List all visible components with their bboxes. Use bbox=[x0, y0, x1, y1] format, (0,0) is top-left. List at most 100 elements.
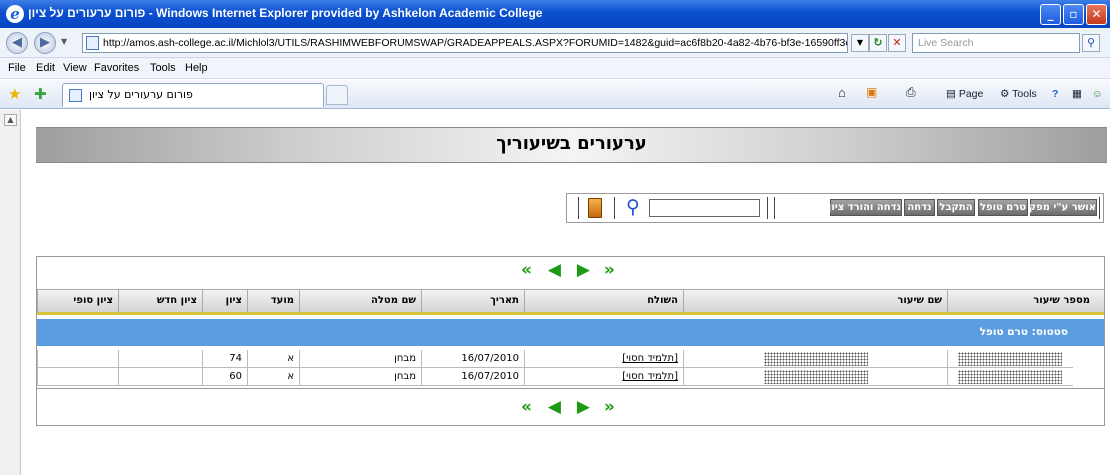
ie-logo-icon: e bbox=[6, 5, 24, 23]
cell-grade: 60 bbox=[202, 368, 247, 386]
menu-tools[interactable]: Tools bbox=[150, 62, 176, 74]
toolbar-separator bbox=[578, 197, 579, 219]
add-favorites-icon[interactable]: ✚ bbox=[34, 85, 47, 103]
grid-header: מספר שיעור שם שיעור השולח תאריך שם מטלה … bbox=[37, 289, 1104, 315]
cell-sender[interactable]: [תלמיד חסוי] bbox=[524, 368, 683, 386]
rejected-lowered-button[interactable]: נדחה והורד ציון bbox=[828, 199, 902, 216]
tools-menu[interactable]: ⚙ Tools bbox=[1000, 88, 1037, 100]
menu-bar: File Edit View Favorites Tools Help bbox=[0, 58, 1110, 79]
toolbar-separator bbox=[774, 197, 775, 219]
address-dropdown-icon[interactable]: ▼ bbox=[851, 34, 869, 52]
page-banner: ערעורים בשיעוריך bbox=[36, 127, 1107, 163]
tab-forum[interactable]: פורום ערעורים על ציון bbox=[62, 83, 324, 107]
research-icon[interactable]: ▦ bbox=[1072, 88, 1082, 100]
col-grade[interactable]: ציון bbox=[202, 290, 247, 313]
approve-supervisor-button[interactable]: אושר ע"י מפקח bbox=[1022, 199, 1097, 216]
col-course-number[interactable]: מספר שיעור bbox=[947, 290, 1095, 313]
maximize-button[interactable]: ▫ bbox=[1063, 4, 1084, 25]
rejected-button[interactable]: נדחה bbox=[904, 199, 935, 216]
cell-date: 16/07/2010 bbox=[421, 350, 524, 368]
toolbar-separator bbox=[1099, 197, 1100, 219]
left-frame-scrollbar[interactable]: ▲ bbox=[0, 110, 21, 475]
cell-course-number bbox=[947, 350, 1073, 368]
tools-menu-label: Tools bbox=[1012, 88, 1037, 100]
help-icon[interactable]: ? bbox=[1052, 88, 1058, 100]
table-row[interactable]: [תלמיד חסוי] 16/07/2010 מבחן א 60 bbox=[37, 368, 1104, 386]
redacted-block bbox=[764, 370, 868, 384]
prev-page-icon[interactable]: ◀ bbox=[548, 397, 561, 417]
toolbar-separator bbox=[614, 197, 615, 219]
page-title: ערעורים בשיעוריך bbox=[496, 133, 647, 154]
scroll-up-icon[interactable]: ▲ bbox=[4, 114, 17, 126]
feeds-icon[interactable]: ▣ bbox=[866, 85, 877, 99]
print-icon[interactable]: ⎙ bbox=[906, 85, 916, 100]
history-dropdown-icon[interactable]: ▼ bbox=[61, 37, 67, 46]
menu-favorites[interactable]: Favorites bbox=[94, 62, 139, 74]
next-page-icon[interactable]: ▶ bbox=[577, 260, 590, 280]
prev-page-icon[interactable]: ◀ bbox=[548, 260, 561, 280]
col-final-grade[interactable]: ציון סופי bbox=[37, 290, 118, 313]
tab-label: פורום ערעורים על ציון bbox=[89, 88, 193, 101]
col-task-name[interactable]: שם מטלה bbox=[299, 290, 421, 313]
cell-final-grade[interactable] bbox=[37, 350, 118, 368]
col-sender[interactable]: השולח bbox=[524, 290, 683, 313]
next-page-icon[interactable]: ▶ bbox=[577, 397, 590, 417]
close-button[interactable]: ✕ bbox=[1086, 4, 1107, 25]
url-text: http://amos.ash-college.ac.il/Michlol3/U… bbox=[103, 37, 847, 49]
first-page-icon[interactable]: « bbox=[521, 397, 532, 417]
cell-final-grade[interactable] bbox=[37, 368, 118, 386]
last-page-icon[interactable]: » bbox=[604, 397, 615, 417]
sender-link[interactable]: [תלמיד חסוי] bbox=[622, 371, 678, 382]
tools-gear-icon: ⚙ bbox=[1000, 88, 1013, 100]
sender-link[interactable]: [תלמיד חסוי] bbox=[622, 353, 678, 364]
page-icon bbox=[86, 36, 99, 50]
cell-new-grade[interactable] bbox=[118, 350, 202, 368]
search-magnifier-icon[interactable]: ⚲ bbox=[622, 196, 644, 220]
accepted-button[interactable]: התקבל bbox=[937, 199, 975, 216]
refresh-icon[interactable]: ↻ bbox=[869, 34, 887, 52]
favorites-star-icon[interactable]: ★ bbox=[8, 85, 21, 103]
last-page-icon[interactable]: » bbox=[604, 260, 615, 280]
toolbar-separator bbox=[767, 197, 768, 219]
filter-input[interactable] bbox=[649, 199, 760, 217]
col-new-grade[interactable]: ציון חדש bbox=[118, 290, 202, 313]
status-group-row[interactable]: סטטוס: טרם טופל bbox=[37, 319, 1104, 346]
minimize-button[interactable]: _ bbox=[1040, 4, 1061, 25]
menu-help[interactable]: Help bbox=[185, 62, 208, 74]
back-icon[interactable]: ◀ bbox=[6, 32, 28, 54]
messenger-icon[interactable]: ☺ bbox=[1092, 88, 1103, 100]
address-input[interactable]: http://amos.ash-college.ac.il/Michlol3/U… bbox=[82, 33, 848, 53]
tab-bar: ★ ✚ פורום ערעורים על ציון ⌂ ▣ ⎙ ▤ Page ⚙… bbox=[0, 80, 1110, 109]
address-bar-row: ◀ ▶ ▼ http://amos.ash-college.ac.il/Mich… bbox=[0, 28, 1110, 58]
tab-page-icon bbox=[69, 89, 82, 102]
table-row[interactable]: [תלמיד חסוי] 16/07/2010 מבחן א 74 bbox=[37, 350, 1104, 368]
redacted-block bbox=[958, 370, 1062, 384]
cell-course-name bbox=[683, 350, 947, 368]
pager-top: « ◀ ▶ » bbox=[521, 260, 615, 280]
col-term[interactable]: מועד bbox=[247, 290, 299, 313]
cell-term: א bbox=[247, 350, 299, 368]
exit-door-icon[interactable] bbox=[588, 198, 602, 218]
cell-course-name bbox=[683, 368, 947, 386]
pager-bottom: « ◀ ▶ » bbox=[521, 397, 615, 417]
forward-icon[interactable]: ▶ bbox=[34, 32, 56, 54]
stop-icon[interactable]: ✕ bbox=[888, 34, 906, 52]
cell-task: מבחן bbox=[299, 350, 421, 368]
first-page-icon[interactable]: « bbox=[521, 260, 532, 280]
not-handled-button[interactable]: טרם טופל bbox=[978, 199, 1028, 216]
home-icon[interactable]: ⌂ bbox=[838, 85, 846, 100]
menu-edit[interactable]: Edit bbox=[36, 62, 55, 74]
cell-sender[interactable]: [תלמיד חסוי] bbox=[524, 350, 683, 368]
live-search-input[interactable]: Live Search bbox=[912, 33, 1080, 53]
page-menu[interactable]: ▤ Page bbox=[946, 88, 983, 100]
search-icon[interactable]: ⚲ bbox=[1082, 34, 1100, 52]
new-tab-button[interactable] bbox=[326, 85, 348, 105]
cell-new-grade[interactable] bbox=[118, 368, 202, 386]
window-title: פורום ערעורים על ציון - Windows Internet… bbox=[28, 6, 543, 20]
menu-view[interactable]: View bbox=[63, 62, 87, 74]
redacted-block bbox=[764, 352, 868, 366]
title-bar: e פורום ערעורים על ציון - Windows Intern… bbox=[0, 0, 1110, 28]
col-date[interactable]: תאריך bbox=[421, 290, 524, 313]
menu-file[interactable]: File bbox=[8, 62, 26, 74]
col-course-name[interactable]: שם שיעור bbox=[683, 290, 947, 313]
